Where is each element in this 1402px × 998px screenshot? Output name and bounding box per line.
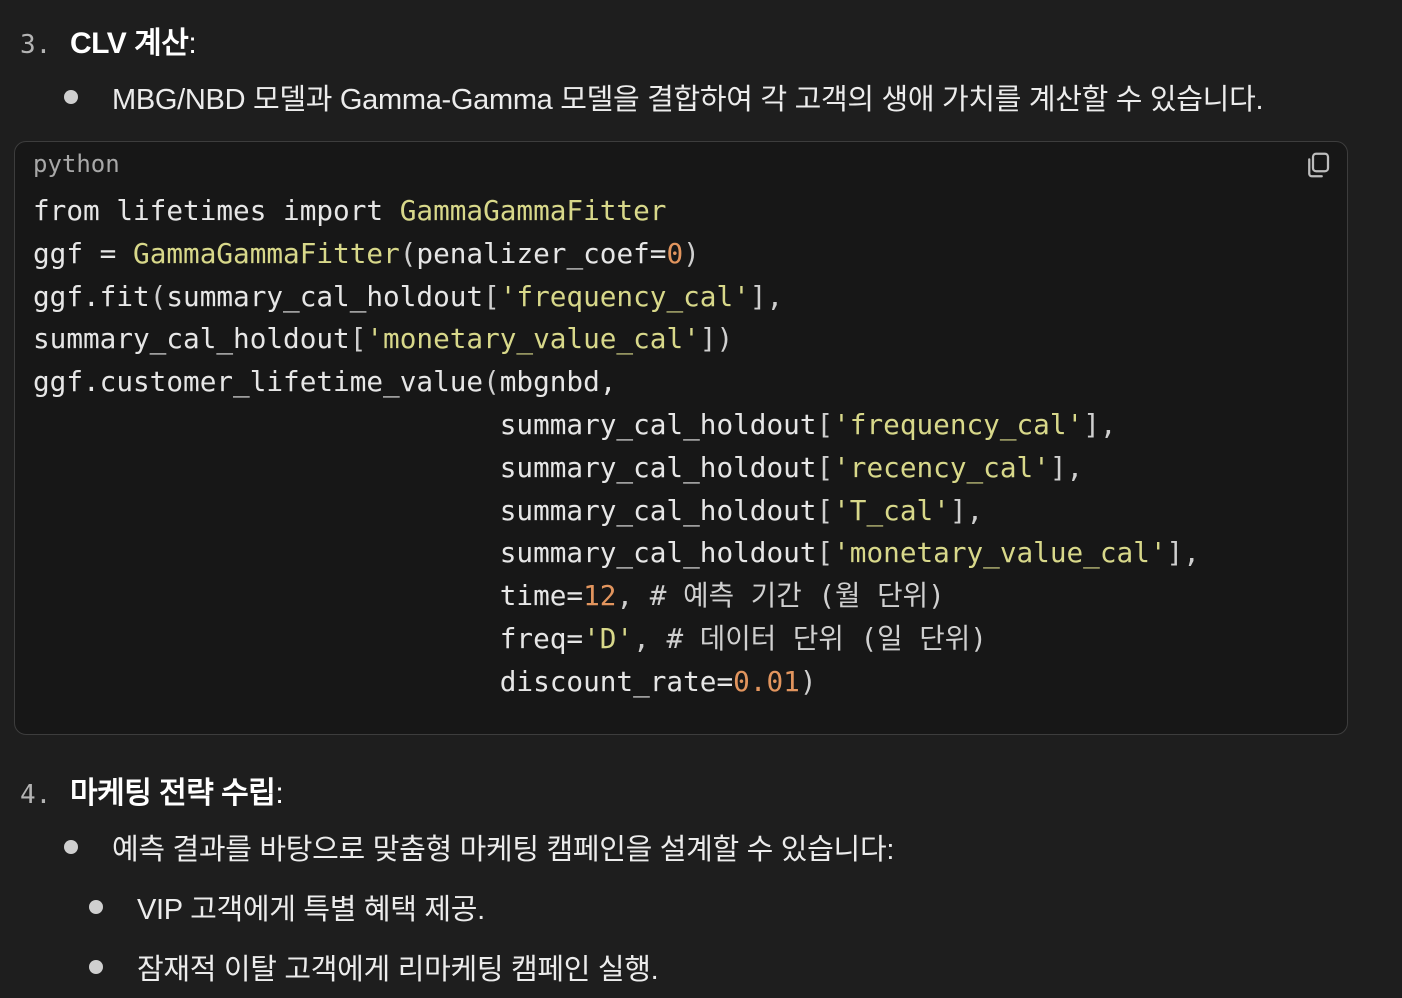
step-number: 3.: [20, 30, 52, 60]
code-token: from lifetimes import: [33, 194, 400, 227]
code-language-label: python: [33, 150, 120, 178]
code-token: # 예측 기간 (월 단위): [649, 579, 945, 613]
step-title: 마케팅 전략 수립: [70, 777, 276, 810]
bullet-icon: [64, 840, 78, 854]
code-token: 'recency_cal': [833, 450, 1050, 484]
code-line: discount_rate=0.01): [33, 661, 1200, 704]
code-token: 'frequency_cal': [499, 279, 750, 313]
code-token: ],: [749, 279, 784, 313]
code-token: time=: [33, 579, 584, 613]
code-token: ggf =: [33, 236, 134, 270]
bullet-icon: [89, 960, 103, 974]
step-3-heading: 3. CLV 계산 :: [20, 18, 197, 62]
code-line: ggf.customer_lifetime_value(mbgnbd,: [33, 361, 1200, 404]
code-line: summary_cal_holdout['monetary_value_cal'…: [33, 532, 1200, 575]
code-token: summary_cal_holdout: [33, 407, 817, 441]
list-item-text: MBG/NBD 모델과 Gamma-Gamma 모델을 결합하여 각 고객의 생…: [112, 84, 1264, 116]
step-colon: :: [188, 27, 197, 60]
code-token: GammaGammaFitter: [399, 194, 667, 227]
list-item: VIP 고객에게 특별 혜택 제공.: [89, 886, 485, 928]
code-token: 'T_cal': [833, 493, 950, 527]
code-token: (: [399, 236, 417, 270]
code-token: ): [799, 664, 817, 698]
list-item: 잠재적 이탈 고객에게 리마케팅 캠페인 실행.: [89, 946, 659, 988]
code-token: ],: [1049, 450, 1084, 484]
code-token: 'frequency_cal': [833, 407, 1084, 441]
code-line: ggf.fit(summary_cal_holdout['frequency_c…: [33, 276, 1200, 319]
step-4-heading: 4. 마케팅 전략 수립 :: [20, 768, 284, 812]
code-token: [: [816, 407, 834, 441]
code-content: from lifetimes import GammaGammaFitter gg…: [33, 190, 1200, 704]
code-token: 0: [666, 236, 684, 270]
code-line: time=12, # 예측 기간 (월 단위): [33, 575, 1200, 618]
code-token: ]): [699, 322, 734, 356]
code-token: [: [816, 493, 834, 527]
code-token: summary_cal_holdout: [33, 536, 817, 570]
code-token: ggf.customer_lifetime_value: [33, 365, 484, 399]
code-line: summary_cal_holdout['T_cal'],: [33, 490, 1200, 533]
code-line: freq='D', # 데이터 단위 (일 단위): [33, 618, 1200, 661]
code-token: (: [483, 365, 500, 399]
step-colon: :: [275, 777, 284, 810]
copy-icon[interactable]: [1303, 150, 1333, 180]
code-token: [: [816, 536, 834, 570]
code-token: [: [349, 322, 367, 356]
code-token: 'D': [583, 621, 634, 655]
code-token: 'monetary_value_cal': [366, 322, 700, 356]
code-line: summary_cal_holdout['monetary_value_cal'…: [33, 318, 1200, 361]
code-token: freq=: [33, 621, 584, 655]
code-token: summary_cal_holdout: [166, 279, 484, 313]
code-token: ,: [633, 621, 667, 655]
code-line: from lifetimes import GammaGammaFitter: [33, 190, 1200, 233]
step-title: CLV 계산: [70, 27, 189, 60]
code-token: discount_rate=: [33, 664, 734, 698]
bullet-icon: [89, 900, 103, 914]
list-item: MBG/NBD 모델과 Gamma-Gamma 모델을 결합하여 각 고객의 생…: [64, 76, 1264, 118]
step-number: 4.: [20, 780, 52, 810]
code-token: mbgnbd,: [499, 365, 617, 399]
code-token: ],: [949, 493, 984, 527]
list-item-text: 예측 결과를 바탕으로 맞춤형 마케팅 캠페인을 설계할 수 있습니다:: [112, 834, 895, 866]
code-token: 12: [583, 579, 617, 613]
code-token: 'monetary_value_cal': [833, 536, 1167, 570]
code-block: python from lifetimes import GammaGammaF…: [14, 141, 1348, 735]
code-token: ,: [616, 579, 650, 613]
code-token: [: [816, 450, 834, 484]
code-line: ggf = GammaGammaFitter(penalizer_coef=0): [33, 233, 1200, 276]
bullet-icon: [64, 90, 78, 104]
code-token: ): [683, 236, 700, 270]
list-item-text: VIP 고객에게 특별 혜택 제공.: [137, 894, 485, 926]
code-line: summary_cal_holdout['frequency_cal'],: [33, 404, 1200, 447]
code-token: ],: [1083, 407, 1117, 441]
list-item: 예측 결과를 바탕으로 맞춤형 마케팅 캠페인을 설계할 수 있습니다:: [64, 826, 894, 868]
code-token: summary_cal_holdout: [33, 450, 817, 484]
code-line: summary_cal_holdout['recency_cal'],: [33, 447, 1200, 490]
code-token: # 데이터 단위 (일 단위): [666, 621, 987, 655]
code-token: summary_cal_holdout: [33, 493, 817, 527]
list-item-text: 잠재적 이탈 고객에게 리마케팅 캠페인 실행.: [137, 954, 659, 986]
code-token: 0.01: [733, 664, 800, 698]
code-token: penalizer_coef=: [416, 236, 667, 270]
code-token: ggf.fit: [33, 279, 150, 313]
code-token: summary_cal_holdout: [33, 322, 350, 356]
code-token: [: [483, 279, 500, 313]
code-token: GammaGammaFitter: [133, 236, 400, 270]
code-token: (: [149, 279, 167, 313]
code-token: ],: [1166, 536, 1200, 570]
